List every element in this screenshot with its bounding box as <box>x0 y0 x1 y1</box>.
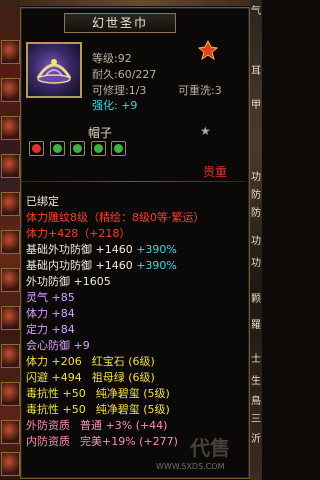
item-type: 帽子 <box>88 126 113 140</box>
bound-status: 已绑定 <box>26 195 59 208</box>
game-top-strip <box>20 0 262 6</box>
property-stat: 基础外功防御 +1460 <box>26 243 133 256</box>
value-label: 贵重 <box>203 165 228 179</box>
property-line: 外防资质 普通 +3% (+44) <box>26 417 167 433</box>
property-bonus: +390% <box>132 243 177 256</box>
right-strip-char: 防 <box>251 190 261 201</box>
item-icon[interactable] <box>26 42 82 98</box>
inventory-slot[interactable] <box>1 192 20 216</box>
property-line: 体力+428（+218） <box>26 225 130 241</box>
watermark: 代售 WWW.5XDS.COM <box>150 432 250 480</box>
right-strip-char: 生 <box>251 376 261 387</box>
gem-slot <box>29 141 44 156</box>
gem-slot <box>90 141 106 156</box>
right-strip-char: 三 <box>251 414 261 425</box>
gem-name: 祖母绿 (6级) <box>91 371 155 384</box>
property-line: 体力 +84 <box>26 307 75 320</box>
gem-green-icon <box>73 144 82 153</box>
gem-slots <box>29 141 128 159</box>
item-level: 等级:92 <box>92 52 132 65</box>
right-strip-char: 沂 <box>251 434 261 445</box>
property-stat: 体力+428 <box>26 227 79 240</box>
item-title: 幻世圣巾 <box>64 13 176 33</box>
inventory-slot[interactable] <box>1 420 20 444</box>
property-line: 灵气 +85 <box>26 291 75 304</box>
property-stat: 基础内功防御 +1460 <box>26 259 133 272</box>
inventory-slot[interactable] <box>1 306 20 330</box>
watermark-text: 代售 <box>190 436 230 460</box>
property-line: 体力雕纹8级（精绘：8级0等·繁运） <box>26 211 205 224</box>
inventory-slot[interactable] <box>1 452 20 476</box>
right-strip-char: 颗 <box>251 294 261 305</box>
gem-name: 纯净碧玺 (5级) <box>95 387 170 400</box>
right-strip-char: 羅 <box>251 320 261 331</box>
watermark-url: WWW.5XDS.COM <box>156 462 225 471</box>
inventory-slot[interactable] <box>1 116 20 140</box>
star-icon[interactable]: ★ <box>200 124 211 138</box>
inventory-slot[interactable] <box>1 344 20 368</box>
gem-green-icon <box>52 144 62 153</box>
gem-slot <box>111 141 126 156</box>
right-strip-char: 功 <box>251 258 261 269</box>
property-line: 定力 +84 <box>26 323 75 336</box>
right-strip-char: 耳 <box>251 66 261 77</box>
gem-name: 纯净碧玺 (5级) <box>95 403 170 416</box>
item-enhance-level: 强化: +9 <box>92 99 138 112</box>
gem-green-icon <box>93 144 103 153</box>
item-repairable: 可修理:1/3 <box>92 84 147 97</box>
divider <box>21 181 247 182</box>
gem-name: 红宝石 (6级) <box>91 355 155 368</box>
aptitude-value: 普通 +3% (+44) <box>80 419 168 432</box>
right-strip-char: 功 <box>251 172 261 183</box>
property-line: 会心防御 +9 <box>26 339 90 352</box>
property-line: 毒抗性 +50 纯净碧玺 (5级) <box>26 385 170 401</box>
inventory-slot[interactable] <box>1 40 20 64</box>
inventory-slot[interactable] <box>1 268 20 292</box>
hat-icon <box>36 59 72 84</box>
right-strip-char: 功 <box>251 236 261 247</box>
right-strip-char: 士 <box>251 354 261 365</box>
right-strip-char: 气 <box>251 6 261 17</box>
aptitude-label: 外防资质 <box>26 419 70 432</box>
inventory-slot[interactable] <box>1 230 20 254</box>
right-strip-char: 防 <box>251 208 261 219</box>
right-strip-char: 甲 <box>251 100 261 111</box>
inventory-slot[interactable] <box>1 78 20 102</box>
gem-slot <box>49 141 65 156</box>
inventory-slot[interactable] <box>1 382 20 406</box>
gem-slot <box>70 141 85 156</box>
item-durability: 耐久:60/227 <box>92 68 157 81</box>
property-stat: 毒抗性 +50 <box>26 403 86 416</box>
property-bonus: +390% <box>132 259 177 272</box>
property-stat: 闪避 +494 <box>26 371 82 384</box>
right-panel-strip: 气 耳 甲 功 防 防 功 功 颗 羅 士 生 鳥 三 沂 <box>250 0 262 480</box>
left-inventory-strip <box>0 0 20 480</box>
property-line: 基础外功防御 +1460 +390% <box>26 241 177 257</box>
property-line: 外功防御 +1605 <box>26 275 111 288</box>
item-rewashable: 可重洗:3 <box>178 84 222 97</box>
gem-red-icon <box>32 144 41 153</box>
property-line: 毒抗性 +50 纯净碧玺 (5级) <box>26 401 170 417</box>
inventory-slot[interactable] <box>1 154 20 178</box>
right-strip-char: 鳥 <box>251 396 261 407</box>
property-stat: 体力 +206 <box>26 355 82 368</box>
rarity-emblem-icon <box>198 40 218 60</box>
property-line: 闪避 +494 祖母绿 (6级) <box>26 369 155 385</box>
property-stat: 毒抗性 +50 <box>26 387 86 400</box>
property-line: 体力 +206 红宝石 (6级) <box>26 353 155 369</box>
gem-green-icon <box>114 144 123 153</box>
property-bonus: （+218） <box>78 227 131 240</box>
aptitude-label: 内防资质 <box>26 435 70 448</box>
property-line: 基础内功防御 +1460 +390% <box>26 257 177 273</box>
